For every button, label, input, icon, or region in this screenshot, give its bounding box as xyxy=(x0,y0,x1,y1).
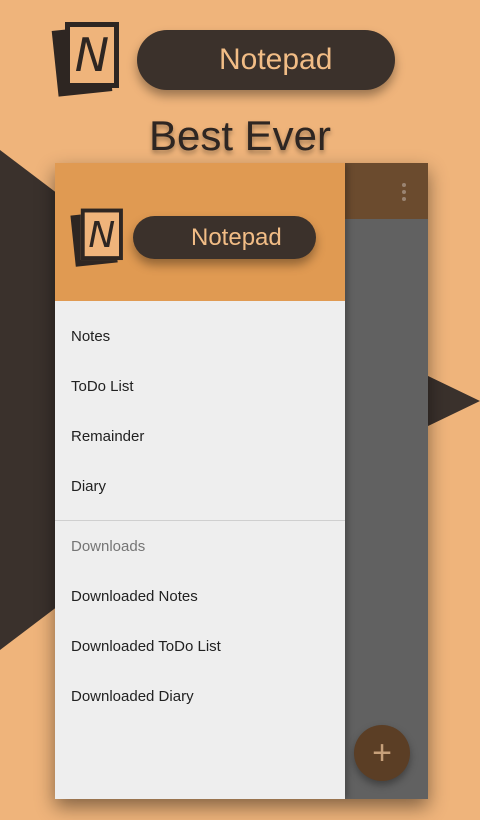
drawer-header: N Notepad xyxy=(55,163,345,301)
drawer-logo: N xyxy=(70,207,124,268)
promo-logo: N xyxy=(51,20,121,98)
drawer-logo-letter: N xyxy=(80,208,123,261)
drawer-item-diary[interactable]: Diary xyxy=(55,461,345,511)
drawer-item-downloaded-diary[interactable]: Downloaded Diary xyxy=(55,671,345,721)
drawer-item-remainder[interactable]: Remainder xyxy=(55,411,345,461)
phone-screen: + N Notepad Notes ToDo List Remainder Di… xyxy=(55,163,428,799)
drawer-app-name-pill: Notepad xyxy=(133,216,316,259)
drawer-item-downloaded-notes[interactable]: Downloaded Notes xyxy=(55,571,345,621)
drawer-subheader-downloads: Downloads xyxy=(71,537,146,555)
promo-app-name: Notepad xyxy=(219,43,333,76)
promo-logo-letter: N xyxy=(65,22,119,88)
plus-icon: + xyxy=(372,733,392,772)
drawer-item-notes[interactable]: Notes xyxy=(55,311,345,361)
promo-tagline: Best Ever xyxy=(148,112,332,159)
drawer-item-downloaded-todo-list[interactable]: Downloaded ToDo List xyxy=(55,621,345,671)
navigation-drawer: N Notepad Notes ToDo List Remainder Diar… xyxy=(55,163,345,799)
drawer-menu: Notes ToDo List Remainder Diary Download… xyxy=(55,311,345,721)
drawer-app-name: Notepad xyxy=(191,223,282,251)
promo-app-name-pill: Notepad xyxy=(137,30,395,90)
drawer-item-todo-list[interactable]: ToDo List xyxy=(55,361,345,411)
overflow-menu-icon[interactable] xyxy=(402,183,406,201)
background-triangle-right xyxy=(426,375,480,427)
add-note-button[interactable]: + xyxy=(354,725,410,781)
